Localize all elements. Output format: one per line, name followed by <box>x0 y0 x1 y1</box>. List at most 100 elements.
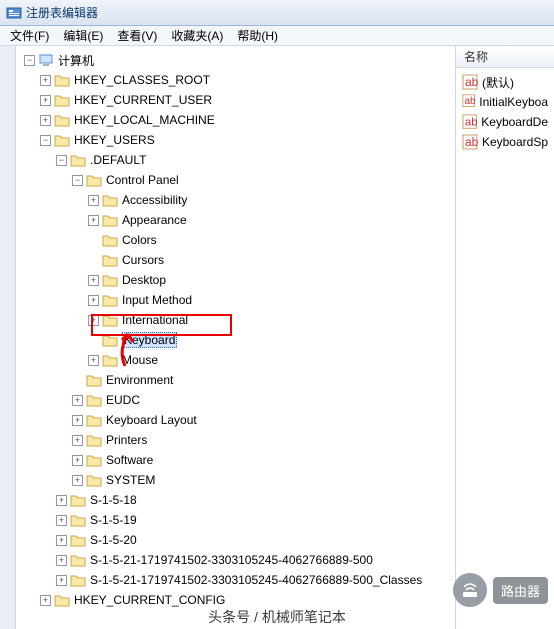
values-pane: 名称 ab(默认)abInitialKeyboaabKeyboardDeabKe… <box>456 46 554 629</box>
expand-toggle[interactable]: + <box>56 555 67 566</box>
tree-label: Environment <box>106 373 173 387</box>
folder-icon <box>86 173 102 187</box>
tree-keyboard-layout[interactable]: + Keyboard Layout <box>20 410 455 430</box>
router-icon <box>453 573 487 607</box>
value-initial-keyboard[interactable]: abInitialKeyboa <box>456 92 554 112</box>
expand-toggle[interactable]: + <box>72 435 83 446</box>
folder-icon <box>102 273 118 287</box>
left-strip <box>0 46 16 629</box>
tree-hklm[interactable]: +HKEY_LOCAL_MACHINE <box>20 110 455 130</box>
tree-hkcu[interactable]: +HKEY_CURRENT_USER <box>20 90 455 110</box>
menu-favorites[interactable]: 收藏夹(A) <box>165 26 229 45</box>
expand-toggle[interactable]: − <box>40 135 51 146</box>
value-default[interactable]: ab(默认) <box>456 72 554 92</box>
menu-edit[interactable]: 编辑(E) <box>57 26 109 45</box>
svg-text:ab: ab <box>465 116 477 128</box>
value-name: KeyboardSp <box>482 135 548 149</box>
tree-hkcr[interactable]: + HKEY_CLASSES_ROOT <box>20 70 455 90</box>
tree-control-panel[interactable]: −Control Panel <box>20 170 455 190</box>
tree-printers[interactable]: + Printers <box>20 430 455 450</box>
expand-toggle[interactable]: − <box>72 175 83 186</box>
folder-icon <box>86 473 102 487</box>
tree-label: Input Method <box>122 293 192 307</box>
tree-label: Software <box>106 453 153 467</box>
tree-desktop[interactable]: + Desktop <box>20 270 455 290</box>
expand-toggle[interactable]: − <box>56 155 67 166</box>
expand-toggle[interactable]: + <box>40 75 51 86</box>
tree-environment[interactable]: Environment <box>20 370 455 390</box>
menu-help[interactable]: 帮助(H) <box>231 26 284 45</box>
tree-appearance[interactable]: +Appearance <box>20 210 455 230</box>
tree-mouse[interactable]: +Mouse <box>20 350 455 370</box>
folder-icon <box>70 153 86 167</box>
tree-default[interactable]: −.DEFAULT <box>20 150 455 170</box>
tree-s20[interactable]: + S-1-5-20 <box>20 530 455 550</box>
expand-toggle[interactable]: + <box>88 315 99 326</box>
tree-eudc[interactable]: + EUDC <box>20 390 455 410</box>
value-keyboard-delay[interactable]: abKeyboardDe <box>456 112 554 132</box>
expand-toggle[interactable]: + <box>40 595 51 606</box>
expand-toggle[interactable]: + <box>72 475 83 486</box>
string-icon: ab <box>462 114 477 130</box>
folder-icon <box>102 333 118 347</box>
tree-keyboard[interactable]: Keyboard <box>20 330 455 350</box>
expand-toggle[interactable]: + <box>72 395 83 406</box>
folder-icon <box>102 353 118 367</box>
tree-system[interactable]: +SYSTEM <box>20 470 455 490</box>
tree-accessibility[interactable]: +Accessibility <box>20 190 455 210</box>
tree-label: HKEY_CLASSES_ROOT <box>74 73 210 87</box>
tree-label: EUDC <box>106 393 140 407</box>
expand-toggle[interactable]: + <box>56 535 67 546</box>
folder-icon <box>102 233 118 247</box>
tree-colors[interactable]: Colors <box>20 230 455 250</box>
expand-toggle[interactable]: + <box>40 115 51 126</box>
expand-toggle[interactable]: + <box>88 275 99 286</box>
expand-toggle[interactable]: + <box>72 415 83 426</box>
folder-icon <box>86 373 102 387</box>
folder-icon <box>102 293 118 307</box>
title-bar: 注册表编辑器 <box>0 0 554 26</box>
folder-icon <box>102 213 118 227</box>
value-keyboard-speed[interactable]: ab KeyboardSp <box>456 132 554 152</box>
expand-toggle[interactable]: + <box>72 455 83 466</box>
folder-icon <box>54 73 70 87</box>
tree-label: S-1-5-20 <box>90 533 137 547</box>
expand-toggle[interactable]: + <box>56 495 67 506</box>
expand-toggle[interactable]: − <box>24 55 35 66</box>
tree-label: Desktop <box>122 273 166 287</box>
string-icon: ab <box>462 74 478 90</box>
registry-tree[interactable]: −计算机 + HKEY_CLASSES_ROOT +HKEY_CURRENT_USER… <box>16 46 455 614</box>
tree-international[interactable]: +International <box>20 310 455 330</box>
folder-icon <box>70 553 86 567</box>
folder-icon <box>86 453 102 467</box>
tree-computer[interactable]: −计算机 <box>20 50 455 70</box>
expand-toggle[interactable]: + <box>40 95 51 106</box>
expand-toggle[interactable]: + <box>56 515 67 526</box>
tree-sid2[interactable]: + S-1-5-21-1719741502-3303105245-40627668… <box>20 570 455 590</box>
folder-icon <box>54 133 70 147</box>
tree-label: S-1-5-21-1719741502-3303105245-406276688… <box>90 573 422 587</box>
menu-view[interactable]: 查看(V) <box>111 26 163 45</box>
tree-cursors[interactable]: Cursors <box>20 250 455 270</box>
tree-label: Keyboard <box>122 332 177 348</box>
tree-s19[interactable]: +S-1-5-19 <box>20 510 455 530</box>
expand-toggle[interactable]: + <box>88 215 99 226</box>
tree-hku[interactable]: −HKEY_USERS <box>20 130 455 150</box>
tree-sid1[interactable]: +S-1-5-21-1719741502-3303105245-40627668… <box>20 550 455 570</box>
svg-text:ab: ab <box>465 135 478 149</box>
tree-input-method[interactable]: + Input Method <box>20 290 455 310</box>
expand-toggle[interactable]: + <box>56 575 67 586</box>
svg-text:ab: ab <box>465 75 478 89</box>
column-header-name[interactable]: 名称 <box>456 46 554 68</box>
expand-toggle[interactable]: + <box>88 295 99 306</box>
tree-label: Printers <box>106 433 147 447</box>
tree-label: Keyboard Layout <box>106 413 197 427</box>
tree-pane: −计算机 + HKEY_CLASSES_ROOT +HKEY_CURRENT_USER… <box>16 46 456 629</box>
expand-toggle[interactable]: + <box>88 195 99 206</box>
folder-icon <box>70 573 86 587</box>
tree-software[interactable]: + Software <box>20 450 455 470</box>
tree-s18[interactable]: +S-1-5-18 <box>20 490 455 510</box>
folder-icon <box>70 513 86 527</box>
menu-file[interactable]: 文件(F) <box>4 26 55 45</box>
expand-toggle[interactable]: + <box>88 355 99 366</box>
